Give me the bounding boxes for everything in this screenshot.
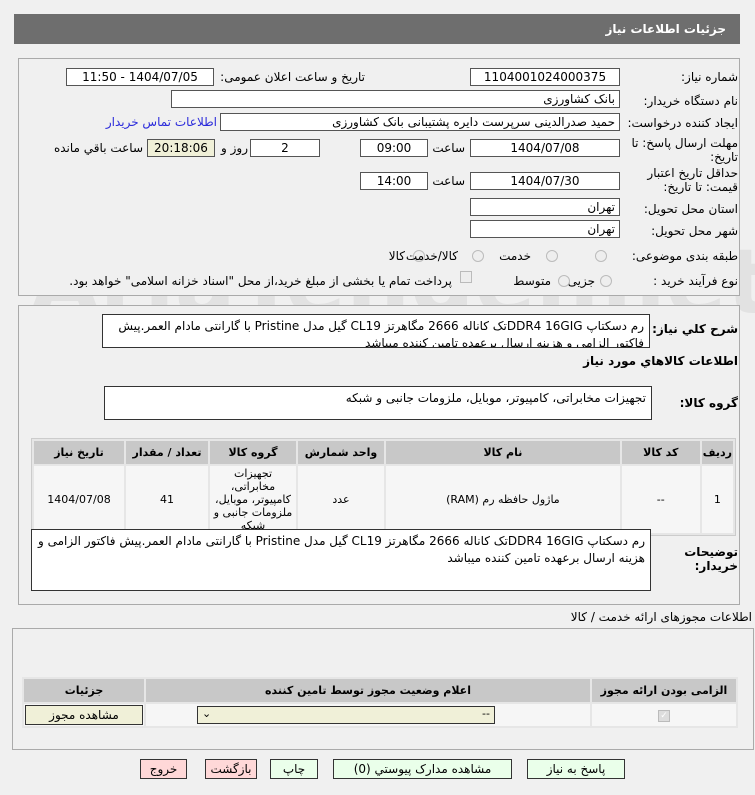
print-button[interactable]: چاپ [270,759,318,779]
deadline-time-label: ساعت [432,141,465,155]
cell-unit: عدد [298,466,384,533]
province-field: تهران [470,198,620,216]
category-radio-selected[interactable] [595,250,607,262]
category-radio-both[interactable] [472,250,484,262]
deadline-date-field: 1404/07/08 [470,139,620,157]
deadline-label: مهلت ارسال پاسخ: تا تاریخ: [631,136,738,164]
exit-button[interactable]: خروج [140,759,187,779]
goods-table: ردیف کد کالا نام کالا واحد شمارش گروه کا… [31,438,736,536]
col-permit-required: الزامی بودن ارائه مجوز [592,679,736,702]
permits-title: اطلاعات مجوزهای ارائه خدمت / کالا [570,610,752,624]
col-group: گروه کالا [210,441,296,464]
need-number-label: شماره نیاز: [681,70,738,84]
days-label: روز و [221,141,248,155]
page-header: جزئیات اطلاعات نیاز [14,14,740,44]
validity-date-field: 1404/07/30 [470,172,620,190]
goods-table-header: ردیف کد کالا نام کالا واحد شمارش گروه کا… [34,441,733,464]
creator-field: حمید صدرالدینی سرپرست دایره پشتیبانی بان… [220,113,620,131]
process-label: نوع فرآيند خريد : [653,274,738,288]
chevron-down-icon: ⌄ [202,707,212,720]
creator-label: ایجاد کننده درخواست: [627,116,738,130]
table-row: ✓ ⌄ -- مشاهده مجوز [24,704,736,726]
process-radio-small[interactable] [600,275,612,287]
cell-group: تجهیزات مخابراتی، کامپیوتر، موبایل، ملزو… [210,466,296,533]
category-option-both: کالا/خدمت [405,249,458,263]
province-label: استان محل تحویل: [643,202,738,216]
buyer-notes-label: توضیحات خریدار: [684,545,738,573]
payment-note: پرداخت تمام یا بخشی از مبلغ خرید،از محل … [69,274,452,288]
table-row: 1 -- ماژول حافظه رم (RAM) عدد تجهیزات مخ… [34,466,733,533]
goods-section-title: اطلاعات كالاهاي مورد نياز [583,354,738,368]
remaining-time-field: 20:18:06 [147,139,215,157]
back-button[interactable]: بازگشت [205,759,257,779]
process-radio-medium[interactable] [558,275,570,287]
col-permit-status: اعلام وضعیت مجوز توسط تامین کننده [146,679,590,702]
validity-label: حداقل تاریخ اعتبار قیمت: تا تاریخ: [647,166,738,194]
permit-required-checkbox[interactable]: ✓ [658,710,670,722]
announce-field: 1404/07/05 - 11:50 [66,68,214,86]
description-label: شرح كلي نياز: [652,322,738,336]
validity-time-label: ساعت [432,174,465,188]
buyer-field: بانک کشاورزی [171,90,620,108]
process-option-medium: متوسط [513,274,551,288]
permit-status-select[interactable]: ⌄ -- [197,706,495,724]
announce-label: تاریخ و ساعت اعلان عمومی: [220,70,365,84]
city-field: تهران [470,220,620,238]
treasury-payment-checkbox[interactable] [460,271,472,283]
permits-table: الزامی بودن ارائه مجوز اعلام وضعیت مجوز … [22,677,738,728]
cell-date: 1404/07/08 [34,466,124,533]
category-option-service: خدمت [499,249,531,263]
category-radio-service[interactable] [546,250,558,262]
cell-code: -- [621,466,700,533]
remaining-label: ساعت باقي مانده [53,141,143,155]
col-qty: تعداد / مقدار [126,441,208,464]
category-option-goods: کالا [388,249,405,263]
goods-group-label: گروه کالا: [679,396,738,410]
category-label: طبقه بندی موضوعی: [631,249,738,263]
cell-qty: 41 [126,466,208,533]
col-date: تاریخ نیاز [34,441,124,464]
days-field: 2 [250,139,320,157]
cell-name: ماژول حافظه رم (RAM) [386,466,620,533]
col-name: نام کالا [386,441,620,464]
attachments-button[interactable]: مشاهده مدارک پیوستي (0) [333,759,512,779]
need-number-field: 1104001024000375 [470,68,620,86]
col-unit: واحد شمارش [298,441,384,464]
col-code: کد کالا [621,441,700,464]
col-permit-details: جزئیات [24,679,144,702]
buyer-label: نام دستگاه خريدار: [643,94,739,108]
city-label: شهر محل تحویل: [651,224,738,238]
goods-group-textarea[interactable]: تجهیزات مخابراتی، کامپیوتر، موبایل، ملزو… [104,386,652,420]
description-textarea[interactable]: رم دسکتاپ DDR4 16GIGتک کاناله 2666 مگاهر… [102,314,650,348]
buyer-contact-link[interactable]: اطلاعات تماس خریدار [106,115,217,129]
validity-time-field: 14:00 [360,172,428,190]
reply-button[interactable]: پاسخ به نیاز [527,759,625,779]
view-permit-button[interactable]: مشاهده مجوز [25,705,143,725]
process-option-small: جزیی [567,274,595,288]
buyer-notes-textarea[interactable]: رم دسکتاپ DDR4 16GIGتک کاناله 2666 مگاهر… [31,529,651,591]
deadline-time-field: 09:00 [360,139,428,157]
cell-row: 1 [701,466,733,533]
col-row: ردیف [701,441,733,464]
